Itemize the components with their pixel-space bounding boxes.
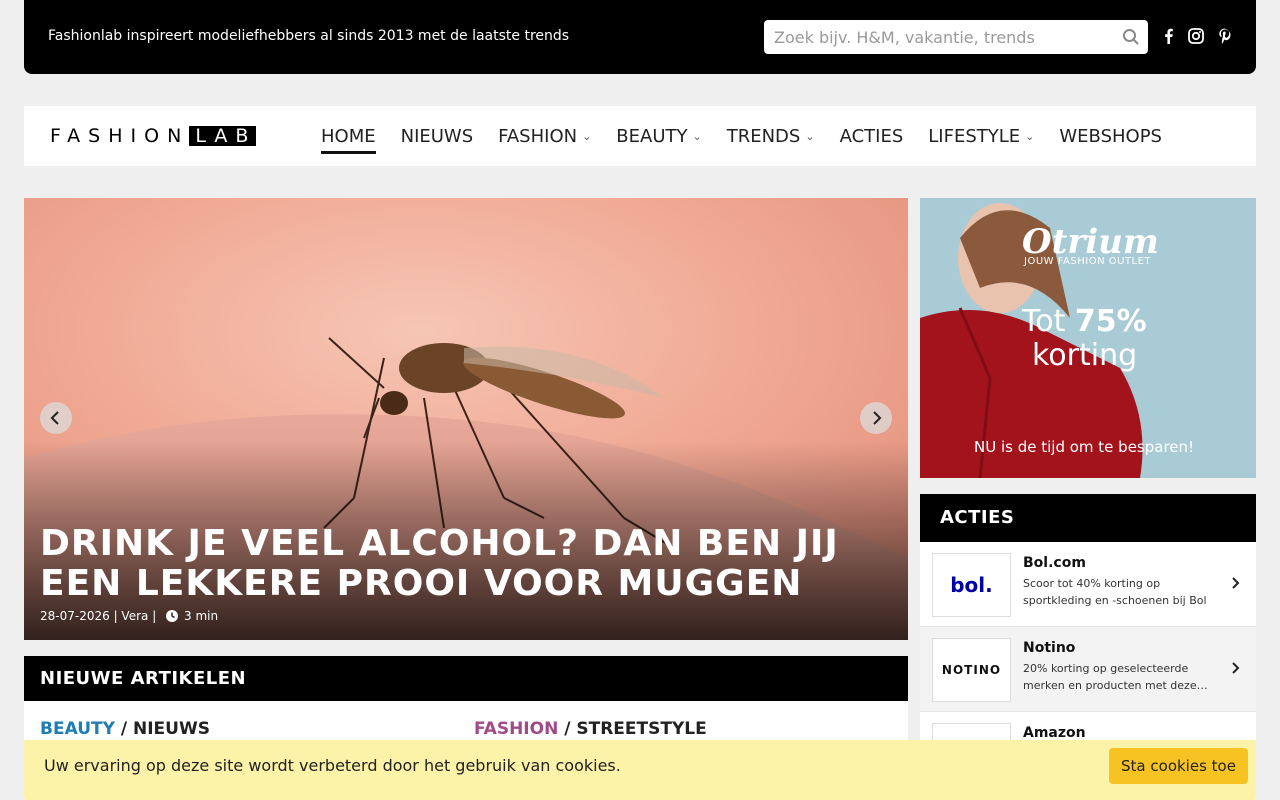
nav-menu: HOME NIEUWS FASHION ⌄ BEAUTY ⌄ TRENDS ⌄ ACT… <box>321 124 1187 154</box>
nav-item-label: ACTIES <box>839 125 904 147</box>
hero-meta: 28-07-2026 | Vera | 3 min <box>40 609 218 623</box>
ad-cta: NU is de tijd om te besparen! <box>974 438 1195 456</box>
deal-item-bol[interactable]: bol. Bol.com Scoor tot 40% korting op sp… <box>920 542 1256 627</box>
category-separator: / <box>120 719 133 739</box>
cookie-banner: Uw ervaring op deze site wordt verbeterd… <box>24 740 1256 800</box>
chevron-right-icon <box>1232 662 1240 674</box>
chevron-right-icon <box>1232 577 1240 589</box>
article-date: 28-07-2026 <box>40 609 110 623</box>
meta-separator: | <box>109 609 122 623</box>
ad-offer-prefix: Tot <box>1022 304 1066 339</box>
search-input[interactable] <box>764 20 1104 54</box>
hero-slider[interactable]: DRINK JE VEEL ALCOHOL? DAN BEN JIJ EEN L… <box>24 198 908 640</box>
new-articles-heading: NIEUWE ARTIKELEN <box>24 656 908 701</box>
deal-item-notino[interactable]: NOTINO Notino 20% korting op geselecteer… <box>920 627 1256 712</box>
notino-logo-text: NOTINO <box>941 663 1002 677</box>
instagram-icon[interactable] <box>1187 27 1205 45</box>
chevron-down-icon: ⌄ <box>692 129 702 143</box>
search-box[interactable] <box>764 20 1148 54</box>
deal-name: Amazon <box>1023 725 1086 741</box>
nav-item-label: TRENDS <box>726 125 801 147</box>
subcategory-label[interactable]: NIEUWS <box>133 719 210 739</box>
article-category[interactable]: BEAUTY / NIEUWS <box>40 719 210 739</box>
slider-prev-button[interactable] <box>40 402 72 434</box>
nav-item-acties[interactable]: ACTIES <box>840 124 904 148</box>
bol-logo-text: bol. <box>950 573 993 597</box>
hero-headline[interactable]: DRINK JE VEEL ALCOHOL? DAN BEN JIJ EEN L… <box>40 524 860 604</box>
bol-logo: bol. <box>932 553 1011 617</box>
nav-item-label: HOME <box>321 125 376 147</box>
nav-item-nieuws[interactable]: NIEUWS <box>401 124 474 148</box>
nav-item-lifestyle[interactable]: LIFESTYLE ⌄ <box>928 124 1034 148</box>
read-time: 3 min <box>184 609 219 623</box>
top-bar: Fashionlab inspireert modeliefhebbers al… <box>24 0 1256 74</box>
acties-heading: ACTIES <box>920 494 1256 542</box>
chevron-left-icon <box>50 411 59 425</box>
slider-next-button[interactable] <box>860 402 892 434</box>
ad-offer-line1: Tot 75% <box>1022 304 1147 339</box>
nav-item-label: FASHION <box>498 125 578 147</box>
meta-separator: | <box>148 609 161 623</box>
deal-name: Bol.com <box>1023 555 1086 571</box>
subcategory-label[interactable]: STREETSTYLE <box>576 719 706 739</box>
chevron-right-icon <box>873 411 882 425</box>
ad-offer-line2: korting <box>1032 338 1138 373</box>
ad-subtitle: JOUW FASHION OUTLET <box>1024 256 1152 267</box>
pinterest-icon[interactable] <box>1216 27 1234 45</box>
search-icon[interactable] <box>1122 28 1140 50</box>
category-separator: / <box>564 719 577 739</box>
nav-item-label: BEAUTY <box>616 125 688 147</box>
facebook-icon[interactable] <box>1160 27 1178 45</box>
clock-icon <box>166 610 179 622</box>
chevron-down-icon: ⌄ <box>582 129 592 143</box>
nav-item-label: WEBSHOPS <box>1059 125 1162 147</box>
category-label[interactable]: FASHION <box>474 719 558 739</box>
ad-offer-value: 75% <box>1074 304 1147 339</box>
chevron-down-icon: ⌄ <box>1025 129 1035 143</box>
chevron-down-icon: ⌄ <box>805 129 815 143</box>
nav-item-home[interactable]: HOME <box>321 124 376 154</box>
nav-item-trends[interactable]: TRENDS ⌄ <box>727 124 815 148</box>
accept-cookies-button[interactable]: Sta cookies toe <box>1109 748 1248 784</box>
deal-description: 20% korting op geselecteerde merken en p… <box>1023 662 1208 692</box>
category-label[interactable]: BEAUTY <box>40 719 115 739</box>
nav-item-label: NIEUWS <box>400 125 474 147</box>
article-author: Vera <box>121 609 149 623</box>
nav-item-fashion[interactable]: FASHION ⌄ <box>498 124 591 148</box>
notino-logo: NOTINO <box>932 638 1011 702</box>
article-category[interactable]: FASHION / STREETSTYLE <box>474 719 707 739</box>
deal-name: Notino <box>1023 640 1076 656</box>
site-logo[interactable]: FASHION LAB <box>50 125 257 147</box>
nav-item-label: LIFESTYLE <box>928 125 1021 147</box>
logo-text-lab: LAB <box>189 126 257 146</box>
logo-text-fashion: FASHION <box>50 125 190 147</box>
main-nav: FASHION LAB HOME NIEUWS FASHION ⌄ BEAUTY ⌄… <box>24 106 1256 166</box>
otrium-ad-banner[interactable]: Otrium JOUW FASHION OUTLET Tot 75% korti… <box>920 198 1256 478</box>
deal-description: Scoor tot 40% korting op sportkleding en… <box>1023 577 1207 607</box>
site-tagline: Fashionlab inspireert modeliefhebbers al… <box>48 28 570 44</box>
nav-item-beauty[interactable]: BEAUTY ⌄ <box>616 124 701 148</box>
nav-item-webshops[interactable]: WEBSHOPS <box>1059 124 1162 148</box>
cookie-message: Uw ervaring op deze site wordt verbeterd… <box>44 756 621 775</box>
